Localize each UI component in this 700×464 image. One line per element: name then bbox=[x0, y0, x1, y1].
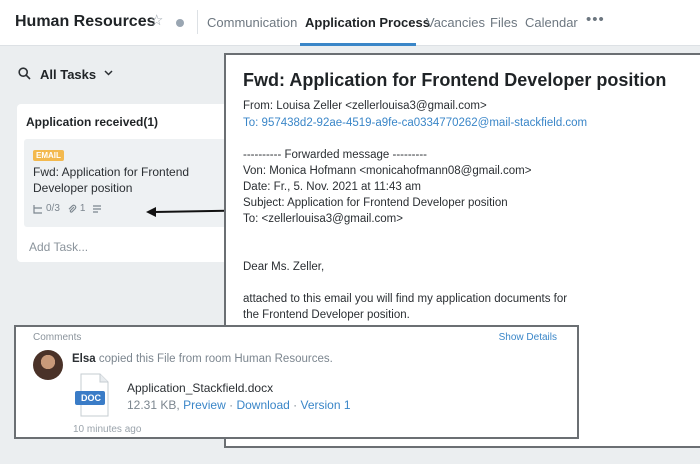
tab-files[interactable]: Files bbox=[490, 15, 517, 30]
active-tab-indicator bbox=[300, 43, 416, 46]
avatar[interactable] bbox=[33, 350, 63, 380]
email-to-label: To: bbox=[243, 117, 262, 129]
forwarded-to: To: <zellerlouisa3@gmail.com> bbox=[243, 213, 403, 225]
paperclip-icon bbox=[68, 204, 77, 213]
file-size: 12.31 KB, bbox=[127, 398, 180, 412]
star-icon[interactable]: ☆ bbox=[150, 13, 163, 28]
room-title: Human Resources bbox=[15, 13, 156, 30]
task-column: Application received(1) EMAIL Fwd: Appli… bbox=[17, 104, 247, 262]
all-tasks-label: All Tasks bbox=[40, 67, 97, 82]
tab-application-process[interactable]: Application Process bbox=[305, 15, 430, 30]
add-task-button[interactable]: Add Task... bbox=[29, 240, 88, 254]
preview-link[interactable]: Preview bbox=[183, 398, 226, 412]
file-name[interactable]: Application_Stackfield.docx bbox=[127, 381, 273, 395]
status-dot-icon bbox=[176, 19, 184, 27]
show-details-link[interactable]: Show Details bbox=[499, 332, 557, 343]
file-meta: 12.31 KB, Preview · Download · Version 1 bbox=[127, 398, 351, 412]
email-to-address[interactable]: 957438d2-92ae-4519-a9fe-ca0334770262@mai… bbox=[262, 117, 588, 129]
email-body-line-2: the Frontend Developer position. bbox=[243, 309, 410, 321]
forward-header: ---------- Forwarded message --------- bbox=[243, 149, 427, 161]
download-link[interactable]: Download bbox=[236, 398, 289, 412]
email-body-line-1: attached to this email you will find my … bbox=[243, 293, 568, 305]
subtask-icon bbox=[33, 204, 42, 214]
comments-label: Comments bbox=[33, 332, 82, 343]
search-icon bbox=[18, 67, 31, 80]
email-greeting: Dear Ms. Zeller, bbox=[243, 261, 325, 273]
column-title: Application received(1) bbox=[26, 115, 159, 129]
forwarded-subject: Subject: Application for Frontend Develo… bbox=[243, 197, 508, 209]
tab-communication[interactable]: Communication bbox=[207, 15, 297, 30]
email-to: To: 957438d2-92ae-4519-a9fe-ca0334770262… bbox=[243, 117, 587, 129]
more-icon[interactable]: ••• bbox=[586, 11, 605, 28]
top-bar: Human Resources ☆ Communication Applicat… bbox=[0, 0, 700, 46]
forwarded-date: Date: Fr., 5. Nov. 2021 at 11:43 am bbox=[243, 181, 421, 193]
tab-vacancies[interactable]: Vacancies bbox=[426, 15, 485, 30]
email-subject: Fwd: Application for Frontend Developer … bbox=[243, 70, 667, 90]
comment-text: Elsa copied this File from room Human Re… bbox=[72, 353, 333, 365]
comment-action: copied this File from room Human Resourc… bbox=[95, 353, 333, 365]
email-from: From: Louisa Zeller <zellerlouisa3@gmail… bbox=[243, 100, 487, 112]
tab-calendar[interactable]: Calendar bbox=[525, 15, 578, 30]
description-icon bbox=[93, 204, 102, 213]
separator-dot: · bbox=[293, 398, 298, 412]
task-card-meta: 0/3 1 bbox=[33, 203, 102, 214]
email-badge: EMAIL bbox=[33, 150, 64, 161]
file-type-label: DOC bbox=[81, 393, 101, 403]
version-link[interactable]: Version 1 bbox=[301, 398, 351, 412]
attachment-count: 1 bbox=[79, 203, 86, 214]
task-card-title: Fwd: Application for Frontend Developer … bbox=[33, 165, 190, 195]
chevron-down-icon bbox=[104, 70, 113, 76]
comment-user[interactable]: Elsa bbox=[72, 353, 96, 365]
forwarded-from: Von: Monica Hofmann <monicahofmann08@gma… bbox=[243, 165, 532, 177]
separator-dot: · bbox=[229, 398, 234, 412]
comment-timestamp: 10 minutes ago bbox=[73, 424, 142, 435]
comments-panel: Comments Show Details Elsa copied this F… bbox=[14, 325, 579, 439]
divider bbox=[197, 10, 198, 34]
subtask-count: 0/3 bbox=[46, 203, 60, 214]
